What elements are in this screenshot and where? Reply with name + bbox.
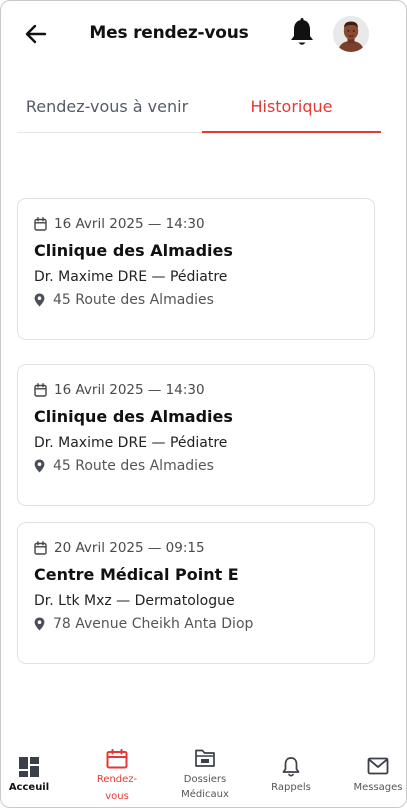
- notifications-button[interactable]: [287, 17, 317, 49]
- tab-history[interactable]: Historique: [202, 87, 381, 133]
- doctor-name: Dr. Ltk Mxz — Dermatologue: [34, 593, 235, 609]
- clinic-name: Clinique des Almadies: [34, 407, 233, 426]
- appointment-date-row: 20 Avril 2025 — 09:15: [34, 540, 205, 556]
- appointment-address-row: 78 Avenue Cheikh Anta Diop: [34, 616, 253, 632]
- bottom-nav: Acceuil Rendez- vous Dossiers Médicaux R…: [1, 741, 406, 807]
- appointment-card[interactable]: 20 Avril 2025 — 09:15 Centre Médical Poi…: [17, 522, 375, 664]
- nav-label-messages: Messages: [353, 782, 403, 793]
- map-pin-icon: [34, 293, 45, 307]
- doctor-name: Dr. Maxime DRE — Pédiatre: [34, 435, 228, 451]
- nav-label-dossiers-line1: Dossiers: [183, 774, 227, 785]
- nav-label-accueil: Acceuil: [8, 782, 50, 793]
- appointment-date: 20 Avril 2025 — 09:15: [54, 540, 205, 556]
- appointment-date: 16 Avril 2025 — 14:30: [54, 382, 205, 398]
- appointment-card[interactable]: 16 Avril 2025 — 14:30 Clinique des Almad…: [17, 198, 375, 340]
- appointment-address: 45 Route des Almadies: [53, 458, 214, 474]
- map-pin-icon: [34, 459, 45, 473]
- nav-label-rappels: Rappels: [271, 782, 311, 793]
- nav-item-rendez-vous[interactable]: Rendez- vous: [87, 741, 147, 807]
- tab-upcoming[interactable]: Rendez-vous à venir: [17, 87, 197, 133]
- app-screen: Mes rendez-vous Rendez-vous à venir Hist…: [0, 0, 407, 808]
- nav-item-accueil[interactable]: Acceuil: [1, 741, 57, 807]
- appointment-address: 45 Route des Almadies: [53, 292, 214, 308]
- clinic-name: Clinique des Almadies: [34, 241, 233, 260]
- appointment-address: 78 Avenue Cheikh Anta Diop: [53, 616, 254, 632]
- appointment-tabs: Rendez-vous à venir Historique: [17, 87, 381, 133]
- nav-item-messages[interactable]: Messages: [349, 741, 406, 807]
- map-pin-icon: [34, 617, 45, 631]
- appointment-date: 16 Avril 2025 — 14:30: [54, 216, 205, 232]
- header: Mes rendez-vous: [1, 1, 406, 71]
- clinic-name: Centre Médical Point E: [34, 565, 239, 584]
- calendar-icon: [34, 541, 47, 555]
- bell-icon: [291, 18, 313, 45]
- appointment-date-row: 16 Avril 2025 — 14:30: [34, 382, 205, 398]
- doctor-name: Dr. Maxime DRE — Pédiatre: [34, 269, 228, 285]
- medical-folder-icon: [195, 749, 215, 767]
- nav-label-dossiers-line2: Médicaux: [181, 789, 229, 800]
- nav-item-rappels[interactable]: Rappels: [263, 741, 319, 807]
- nav-label-rendez-vous-line2: vous: [105, 791, 129, 802]
- appointment-address-row: 45 Route des Almadies: [34, 458, 214, 474]
- calendar-icon: [34, 217, 47, 231]
- appointment-date-row: 16 Avril 2025 — 14:30: [34, 216, 205, 232]
- envelope-icon: [367, 757, 389, 775]
- appointment-card[interactable]: 16 Avril 2025 — 14:30 Clinique des Almad…: [17, 364, 375, 506]
- grid-home-icon: [19, 757, 39, 777]
- nav-label-rendez-vous-line1: Rendez-: [96, 774, 138, 785]
- user-avatar-icon: [333, 16, 369, 52]
- bell-icon: [282, 757, 300, 777]
- nav-item-dossiers[interactable]: Dossiers Médicaux: [173, 741, 237, 807]
- appointment-address-row: 45 Route des Almadies: [34, 292, 214, 308]
- avatar[interactable]: [333, 16, 369, 52]
- calendar-icon: [106, 749, 128, 769]
- calendar-icon: [34, 383, 47, 397]
